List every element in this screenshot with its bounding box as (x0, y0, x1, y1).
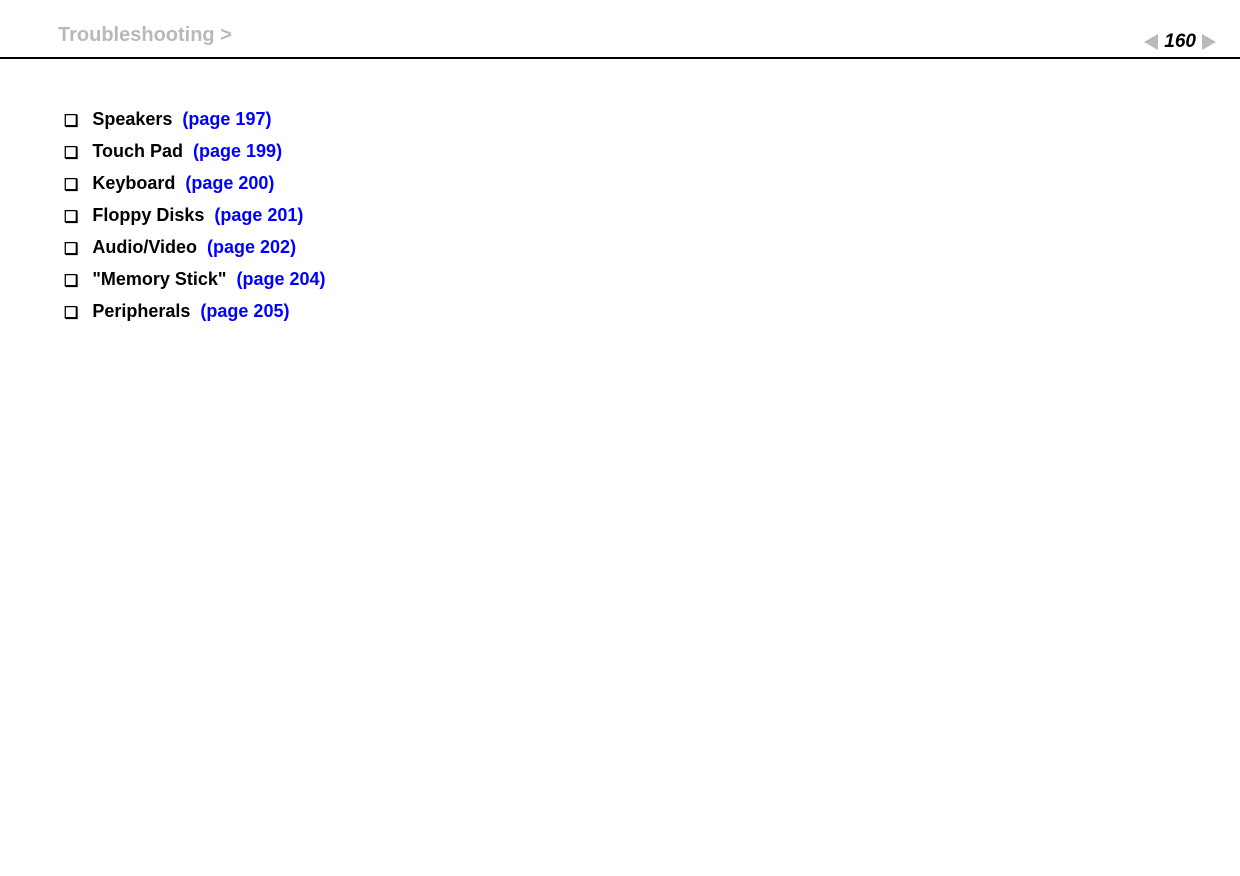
page-link[interactable]: (page 199) (193, 141, 282, 161)
next-page-icon[interactable] (1202, 34, 1216, 50)
list-item: ❑ "Memory Stick" (page 204) (64, 269, 1240, 291)
item-label: Touch Pad (92, 141, 183, 161)
page-link[interactable]: (page 204) (236, 269, 325, 289)
list-item: ❑ Audio/Video (page 202) (64, 237, 1240, 259)
page-navigation: 160 (1144, 31, 1216, 53)
item-label: "Memory Stick" (92, 269, 226, 289)
item-label: Peripherals (92, 301, 190, 321)
page-header: Troubleshooting > 160 (0, 0, 1240, 59)
bullet-icon: ❑ (64, 143, 78, 163)
bullet-icon: ❑ (64, 271, 78, 291)
list-item: ❑ Speakers (page 197) (64, 109, 1240, 131)
item-label: Audio/Video (92, 237, 197, 257)
list-item: ❑ Keyboard (page 200) (64, 173, 1240, 195)
breadcrumb: Troubleshooting > (58, 24, 1240, 47)
bullet-icon: ❑ (64, 207, 78, 227)
content-area: ❑ Speakers (page 197) ❑ Touch Pad (page … (0, 59, 1240, 323)
page-link[interactable]: (page 197) (182, 109, 271, 129)
item-label: Keyboard (92, 173, 175, 193)
list-item: ❑ Touch Pad (page 199) (64, 141, 1240, 163)
bullet-icon: ❑ (64, 111, 78, 131)
list-item: ❑ Peripherals (page 205) (64, 301, 1240, 323)
previous-page-icon[interactable] (1144, 34, 1158, 50)
bullet-icon: ❑ (64, 239, 78, 259)
page-number: 160 (1162, 31, 1198, 53)
page-link[interactable]: (page 200) (185, 173, 274, 193)
list-item: ❑ Floppy Disks (page 201) (64, 205, 1240, 227)
item-label: Speakers (92, 109, 172, 129)
page-link[interactable]: (page 205) (200, 301, 289, 321)
item-label: Floppy Disks (92, 205, 204, 225)
page-link[interactable]: (page 202) (207, 237, 296, 257)
page-link[interactable]: (page 201) (214, 205, 303, 225)
bullet-icon: ❑ (64, 175, 78, 195)
bullet-icon: ❑ (64, 303, 78, 323)
